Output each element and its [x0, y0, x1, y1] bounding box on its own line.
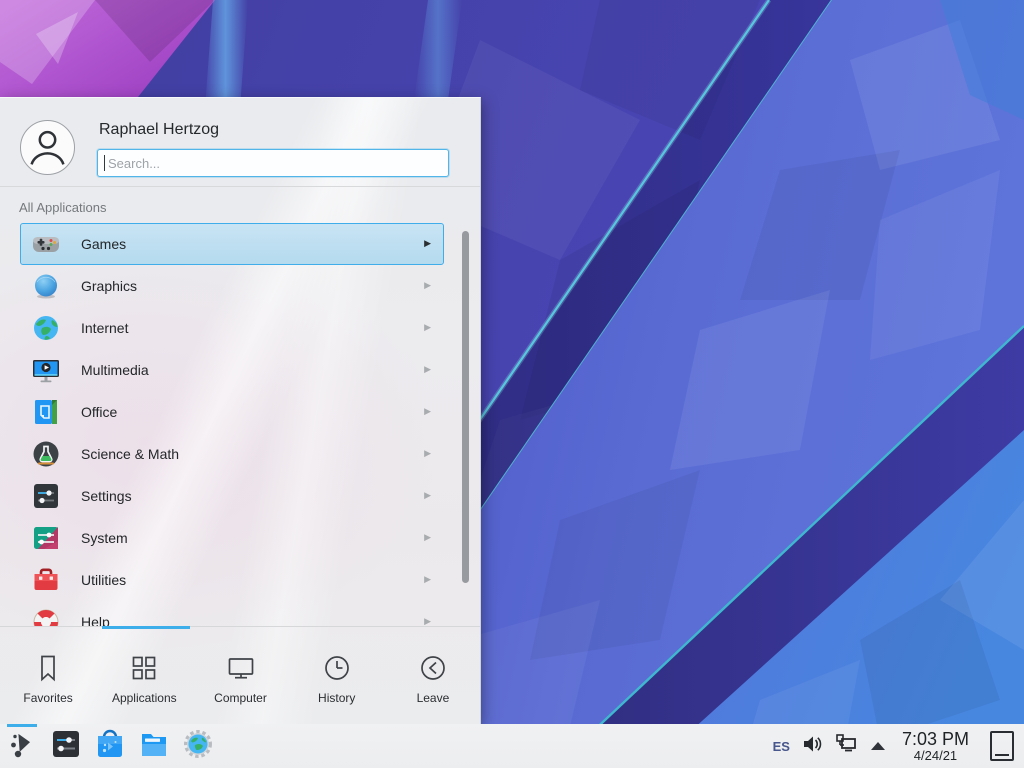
tab-favorites[interactable]: Favorites — [0, 629, 96, 724]
menu-item-label: Games — [81, 236, 424, 252]
menu-item-label: System — [81, 530, 424, 546]
menu-item-label: Office — [81, 404, 424, 420]
computer-icon — [226, 653, 256, 683]
clock-icon — [322, 653, 352, 683]
list-scrollbar[interactable] — [462, 231, 469, 583]
tab-leave[interactable]: Leave — [385, 629, 481, 724]
menu-item-science-math[interactable]: Science & Math ▶ — [20, 433, 444, 475]
submenu-arrow-icon: ▶ — [424, 575, 431, 585]
text-caret — [104, 155, 105, 171]
menu-item-label: Internet — [81, 320, 424, 336]
taskbar-panel: ES 7:03 PM 4/24/21 — [0, 724, 1024, 768]
menu-item-label: Graphics — [81, 278, 424, 294]
tab-label: History — [318, 691, 355, 705]
digital-clock[interactable]: 7:03 PM 4/24/21 — [902, 730, 969, 763]
menu-item-office[interactable]: Office ▶ — [20, 391, 444, 433]
sliders-icon — [32, 482, 60, 510]
menu-item-help[interactable]: Help ▶ — [20, 601, 444, 626]
submenu-arrow-icon: ▶ — [424, 365, 431, 375]
taskbar-app-discover[interactable] — [88, 724, 132, 768]
application-launcher-button[interactable] — [0, 724, 44, 768]
system-tray: ES 7:03 PM 4/24/21 — [773, 730, 1024, 763]
taskbar-app-system-settings[interactable] — [44, 724, 88, 768]
tabbar-separator — [0, 626, 481, 627]
bookmark-icon — [33, 653, 63, 683]
submenu-arrow-icon: ▶ — [424, 491, 431, 501]
clock-date: 4/24/21 — [902, 749, 969, 763]
submenu-arrow-icon: ▶ — [424, 281, 431, 291]
expand-tray-arrow-icon[interactable] — [871, 742, 885, 750]
web-browser-gear-icon — [182, 728, 214, 765]
application-category-list: Games ▶ Graphics ▶ — [0, 223, 481, 626]
kickoff-icon — [6, 728, 38, 765]
show-desktop-button[interactable] — [990, 731, 1014, 761]
submenu-arrow-icon: ▶ — [424, 617, 431, 626]
clock-time: 7:03 PM — [902, 730, 969, 749]
menu-item-multimedia[interactable]: Multimedia ▶ — [20, 349, 444, 391]
menu-item-system[interactable]: System ▶ — [20, 517, 444, 559]
submenu-arrow-icon: ▶ — [424, 323, 431, 333]
launcher-header: Raphael Hertzog — [0, 98, 480, 187]
submenu-arrow-icon: ▶ — [424, 407, 431, 417]
lifebuoy-icon — [32, 608, 60, 626]
grid-icon — [129, 653, 159, 683]
section-label: All Applications — [0, 187, 480, 223]
application-launcher-menu: Raphael Hertzog All Applications — [0, 97, 481, 724]
menu-item-internet[interactable]: Internet ▶ — [20, 307, 444, 349]
leave-icon — [418, 653, 448, 683]
tab-label: Applications — [112, 691, 177, 705]
flask-icon — [32, 440, 60, 468]
tab-computer[interactable]: Computer — [192, 629, 288, 724]
toolbox-icon — [32, 566, 60, 594]
tab-label: Leave — [417, 691, 450, 705]
menu-item-graphics[interactable]: Graphics ▶ — [20, 265, 444, 307]
keyboard-layout-indicator[interactable]: ES — [773, 739, 790, 754]
discover-icon — [94, 728, 126, 765]
user-avatar-icon[interactable] — [20, 120, 75, 175]
menu-item-label: Help — [81, 614, 424, 626]
submenu-arrow-icon: ▶ — [424, 449, 431, 459]
taskbar-app-file-manager[interactable] — [132, 724, 176, 768]
menu-item-games[interactable]: Games ▶ — [20, 223, 444, 265]
taskbar-app-web-browser[interactable] — [176, 724, 220, 768]
document-icon — [32, 398, 60, 426]
menu-item-label: Settings — [81, 488, 424, 504]
sphere-icon — [32, 272, 60, 300]
menu-item-utilities[interactable]: Utilities ▶ — [20, 559, 444, 601]
tab-label: Favorites — [23, 691, 72, 705]
file-manager-icon — [138, 728, 170, 765]
launcher-tab-bar: Favorites Applications Co — [0, 629, 481, 724]
system-settings-icon — [50, 728, 82, 765]
user-name: Raphael Hertzog — [99, 121, 449, 139]
search-input[interactable] — [97, 149, 449, 177]
menu-item-settings[interactable]: Settings ▶ — [20, 475, 444, 517]
menu-item-label: Science & Math — [81, 446, 424, 462]
submenu-arrow-icon: ▶ — [424, 239, 431, 249]
globe-icon — [32, 314, 60, 342]
network-icon[interactable] — [834, 732, 858, 761]
volume-icon[interactable] — [801, 733, 823, 760]
active-task-indicator — [7, 724, 37, 727]
tab-applications[interactable]: Applications — [96, 629, 192, 724]
menu-item-label: Multimedia — [81, 362, 424, 378]
menu-item-label: Utilities — [81, 572, 424, 588]
monitor-play-icon — [32, 356, 60, 384]
system-sliders-icon — [32, 524, 60, 552]
tab-label: Computer — [214, 691, 267, 705]
tab-history[interactable]: History — [289, 629, 385, 724]
gamepad-icon — [32, 230, 60, 258]
submenu-arrow-icon: ▶ — [424, 533, 431, 543]
